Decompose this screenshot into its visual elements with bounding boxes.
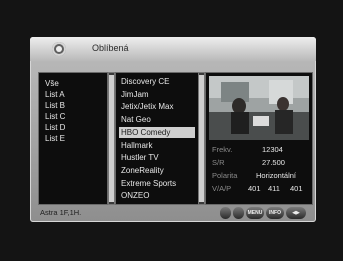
- channel-item[interactable]: HBO Comedy: [119, 126, 195, 138]
- group-item[interactable]: List B: [45, 101, 65, 110]
- group-item[interactable]: Vše: [45, 79, 59, 88]
- info-button-icon[interactable]: INFO: [266, 207, 284, 219]
- pids-row: V/A/P 401 411 401: [206, 184, 312, 196]
- tv-screen: Oblíbená Vše List A List B List C List D List…: [0, 0, 343, 261]
- group-item[interactable]: List E: [45, 134, 65, 143]
- red-button-icon[interactable]: [220, 207, 231, 219]
- channel-item[interactable]: Discovery CE: [119, 76, 195, 87]
- frequency-value: 12304: [262, 145, 283, 154]
- channel-item[interactable]: ZoneReality: [119, 165, 195, 176]
- channel-item[interactable]: JimJam: [119, 89, 195, 100]
- satellite-name: Astra 1F,1H.: [40, 208, 82, 217]
- channel-item[interactable]: ONZEO: [119, 190, 195, 201]
- favorite-groups-list: Vše List A List B List C List D List E: [38, 72, 108, 205]
- left-right-arrows-icon[interactable]: ◀▶: [286, 207, 306, 219]
- polarity-label: Polarita: [212, 171, 238, 180]
- symbol-rate-row: S/R 27.500: [206, 158, 312, 170]
- channel-item[interactable]: Nat Geo: [119, 114, 195, 125]
- channel-item[interactable]: Jetix/Jetix Max: [119, 101, 195, 112]
- video-pid: 401: [248, 184, 261, 193]
- group-item[interactable]: List D: [45, 123, 65, 132]
- preview-scene: [209, 76, 309, 140]
- group-item[interactable]: List A: [45, 90, 65, 99]
- polarity-row: Polarita Horizontální: [206, 171, 312, 183]
- groups-scroll-thumb[interactable]: [109, 75, 114, 202]
- audio-pid: 411: [268, 184, 280, 193]
- channel-item[interactable]: Hustler TV: [119, 152, 195, 163]
- favorites-window: Oblíbená Vše List A List B List C List D List…: [30, 37, 316, 222]
- frequency-label: Frekv.: [212, 145, 233, 154]
- symbol-rate-label: S/R: [212, 158, 225, 167]
- groups-scrollbar[interactable]: [108, 72, 115, 205]
- channel-scrollbar[interactable]: [198, 72, 205, 205]
- channel-info-panel: Frekv. 12304 S/R 27.500 Polarita Horizon…: [205, 72, 313, 205]
- title-bar: Oblíbená: [30, 37, 316, 61]
- channel-item[interactable]: Extreme Sports: [119, 178, 195, 189]
- menu-button-icon[interactable]: MENU: [246, 207, 264, 219]
- green-button-icon[interactable]: [233, 207, 244, 219]
- status-footer: Astra 1F,1H. MENU INFO ◀▶: [30, 205, 316, 222]
- channel-list: Discovery CE JimJam Jetix/Jetix Max Nat Geo…: [115, 72, 199, 205]
- channel-item[interactable]: Hallmark: [119, 140, 195, 151]
- frequency-row: Frekv. 12304: [206, 145, 312, 157]
- group-item[interactable]: List C: [45, 112, 65, 121]
- video-preview: [209, 76, 309, 140]
- channel-scroll-thumb[interactable]: [199, 75, 204, 202]
- pids-label: V/A/P: [212, 184, 232, 193]
- polarity-value: Horizontální: [256, 171, 297, 180]
- pcr-pid: 401: [290, 184, 303, 193]
- satellite-dish-icon: [52, 42, 66, 56]
- symbol-rate-value: 27.500: [262, 158, 285, 167]
- window-title: Oblíbená: [92, 43, 129, 53]
